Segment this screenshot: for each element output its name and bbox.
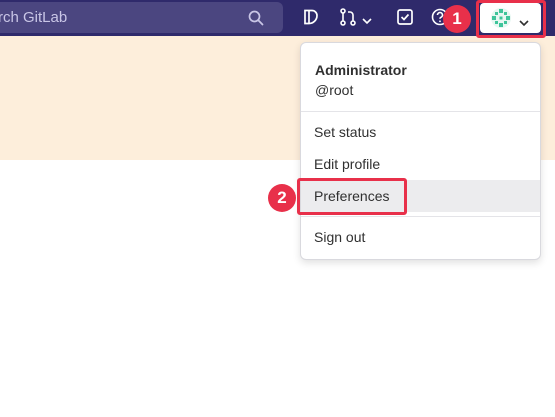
set-status-item[interactable]: Set status [301, 117, 540, 147]
edit-profile-item[interactable]: Edit profile [301, 149, 540, 179]
user-display-name: Administrator [315, 62, 407, 78]
top-navbar: rch GitLab [0, 0, 555, 36]
merge-request-icon[interactable] [338, 8, 358, 26]
chevron-down-icon [519, 14, 529, 27]
todo-icon[interactable] [396, 8, 414, 26]
search-placeholder: rch GitLab [0, 9, 68, 26]
search-input[interactable]: rch GitLab [0, 2, 283, 33]
search-icon[interactable] [248, 10, 264, 26]
user-username: @root [315, 82, 354, 98]
divider [301, 216, 540, 217]
chevron-down-icon[interactable] [362, 12, 372, 25]
user-menu-button[interactable] [480, 3, 541, 33]
step-2-badge: 2 [268, 184, 296, 212]
step-1-badge: 1 [443, 5, 471, 33]
sign-out-item[interactable]: Sign out [301, 222, 540, 252]
divider [301, 111, 540, 112]
preferences-item[interactable]: Preferences [301, 180, 540, 212]
issues-icon[interactable] [302, 8, 320, 26]
avatar-icon [490, 7, 512, 29]
user-menu-dropdown: Administrator @root Set status Edit prof… [300, 42, 541, 260]
